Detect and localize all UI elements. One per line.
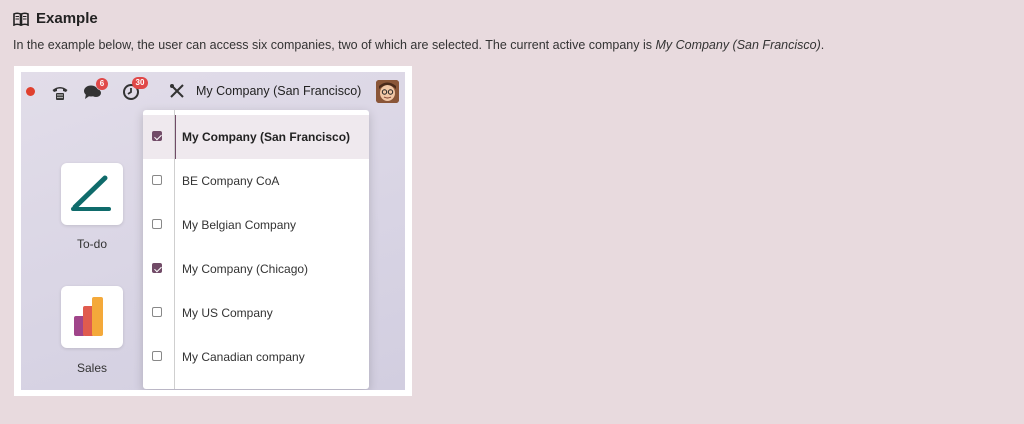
example-heading: Example [13, 10, 98, 27]
app-tile-todo[interactable] [61, 163, 123, 225]
company-option[interactable]: BE Company CoA [143, 159, 369, 203]
app-label-sales: Sales [76, 361, 108, 375]
todo-pen-icon [71, 175, 111, 211]
top-navbar: 6 30 My Company (San Francisco) [21, 72, 405, 110]
company-option-label: My Company (Chicago) [182, 262, 309, 276]
company-checkbox[interactable] [152, 263, 162, 273]
company-option-label: My Belgian Company [182, 218, 297, 232]
phone-icon[interactable] [51, 83, 69, 101]
activity-badge: 30 [132, 77, 148, 89]
description-end: . [820, 38, 825, 52]
company-dropdown: My Company (San Francisco) BE Company Co… [143, 110, 369, 389]
company-checkbox[interactable] [152, 131, 162, 141]
company-switcher[interactable]: My Company (San Francisco) [196, 84, 361, 98]
company-option[interactable]: My Company (Chicago) [143, 247, 369, 291]
company-option-label: BE Company CoA [182, 174, 280, 188]
company-option-label: My Canadian company [182, 350, 305, 364]
avatar-face-icon [376, 80, 399, 103]
company-checkbox[interactable] [152, 219, 162, 229]
company-option[interactable]: My Belgian Company [143, 203, 369, 247]
company-checkbox[interactable] [152, 175, 162, 185]
tools-icon[interactable] [169, 83, 185, 99]
chat-badge: 6 [96, 78, 108, 90]
open-book-icon [13, 11, 29, 26]
recording-dot-icon[interactable] [26, 87, 35, 96]
company-option[interactable]: My Canadian company [143, 335, 369, 379]
company-option-label: My Company (San Francisco) [182, 130, 351, 144]
example-heading-text: Example [36, 10, 98, 27]
company-checkbox[interactable] [152, 351, 162, 361]
company-option[interactable]: My Company (San Francisco) [143, 115, 369, 159]
app-tile-sales[interactable] [61, 286, 123, 348]
app-label-todo: To-do [76, 237, 108, 251]
odoo-screen: 6 30 My Company (San Francisco) To-do Sa… [21, 72, 405, 390]
user-avatar[interactable] [376, 80, 399, 103]
example-description: In the example below, the user can acces… [13, 38, 824, 52]
description-text: In the example below, the user can acces… [13, 38, 656, 52]
company-option-label: My US Company [182, 306, 273, 320]
screenshot-frame: 6 30 My Company (San Francisco) To-do Sa… [14, 66, 412, 396]
description-company: My Company (San Francisco) [655, 38, 821, 52]
company-option[interactable]: My US Company [143, 291, 369, 335]
dropdown-divider [174, 110, 175, 389]
company-checkbox[interactable] [152, 307, 162, 317]
sales-bars-icon [74, 297, 103, 336]
